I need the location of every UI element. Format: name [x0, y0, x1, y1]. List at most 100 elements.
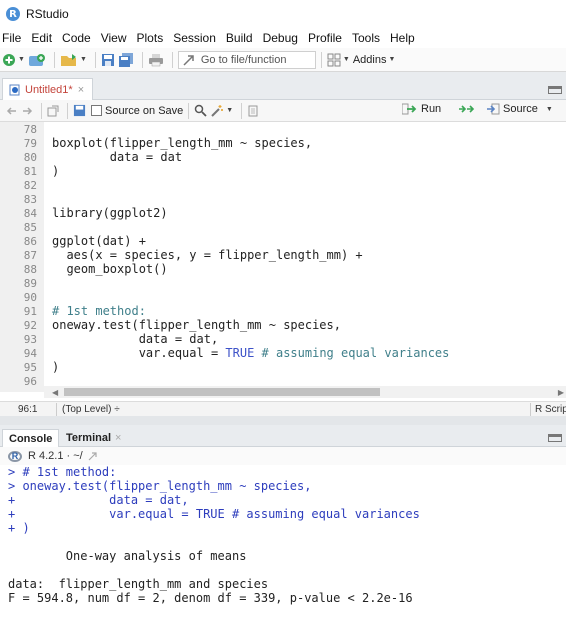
menu-help[interactable]: Help: [385, 31, 420, 45]
arrow-left-icon: [6, 106, 16, 115]
magic-wand-icon: [211, 104, 224, 117]
open-file-button[interactable]: ▼: [60, 51, 87, 69]
save-button[interactable]: [101, 51, 115, 69]
code-text: var.equal = TRUE # assuming equal varian…: [52, 346, 450, 360]
cursor-position: 96:1: [18, 404, 38, 415]
status-divider: [56, 403, 57, 416]
line-number: 80: [23, 151, 37, 164]
tab-console[interactable]: Console: [2, 429, 60, 447]
workspace-panes-button[interactable]: ▼: [327, 51, 350, 69]
source-editor-pane: Untitled1* × Source on Save ▼ Run Source…: [0, 72, 566, 436]
menu-code[interactable]: Code: [57, 31, 96, 45]
maximize-pane-icon[interactable]: [548, 434, 562, 442]
find-replace-button[interactable]: [194, 102, 207, 120]
save-file-button[interactable]: [73, 102, 86, 120]
show-in-window-button[interactable]: [47, 102, 59, 120]
go-to-file-input[interactable]: Go to file/function: [177, 50, 316, 69]
tab-untitled1[interactable]: Untitled1* ×: [2, 78, 94, 100]
arrow-right-icon: [183, 54, 194, 66]
code-text: data = dat: [52, 150, 183, 164]
code-tools-button[interactable]: ▼: [210, 102, 233, 120]
pane-splitter[interactable]: [0, 416, 566, 425]
scrollbar-thumb[interactable]: [64, 388, 380, 396]
back-button[interactable]: [6, 102, 18, 120]
save-icon: [73, 104, 86, 117]
menu-bar: File Edit Code View Plots Session Build …: [0, 28, 566, 48]
r-version-path: R 4.2.1 · ~/: [28, 450, 83, 462]
menu-view[interactable]: View: [96, 31, 132, 45]
go-to-directory-icon[interactable]: [88, 451, 98, 461]
file-type-selector[interactable]: R Script: [535, 404, 566, 415]
line-number: 83: [23, 193, 37, 206]
line-number: 95: [23, 361, 37, 374]
forward-button[interactable]: [21, 102, 33, 120]
close-icon[interactable]: ×: [115, 432, 121, 444]
toolbar-divider: [53, 51, 55, 68]
console-tab-bar: Console Terminal ×: [0, 425, 566, 447]
line-number: 91: [23, 305, 37, 318]
run-button[interactable]: Run: [402, 103, 441, 115]
horizontal-scrollbar[interactable]: ◀ ▶: [44, 386, 566, 398]
line-number: 87: [23, 249, 37, 262]
run-arrow-icon: [402, 103, 417, 115]
code-editor[interactable]: 78 79 boxplot(flipper_length_mm ~ species,…: [0, 122, 566, 436]
code-line: 92 oneway.test(flipper_length_mm ~ specie…: [0, 318, 566, 332]
scope-selector[interactable]: (Top Level) ÷: [62, 404, 120, 415]
code-line: 81): [0, 164, 566, 178]
new-file-icon: [3, 53, 15, 66]
code-text: boxplot(flipper_length_mm ~ species,: [52, 136, 313, 150]
code-line: 87 aes(x = species, y = flipper_length_m…: [0, 248, 566, 262]
source-button[interactable]: Source ▼: [486, 103, 553, 115]
editor-tab-bar: Untitled1* ×: [0, 72, 566, 100]
menu-edit[interactable]: Edit: [26, 31, 57, 45]
tab-terminal[interactable]: Terminal ×: [60, 429, 127, 447]
editor-toolbar: Source on Save ▼ Run Source ▼: [0, 100, 566, 122]
source-on-save-label: Source on Save: [105, 104, 184, 117]
menu-session[interactable]: Session: [168, 31, 221, 45]
code-line: 89: [0, 276, 566, 290]
menu-debug[interactable]: Debug: [258, 31, 303, 45]
tab-console-label: Console: [9, 432, 53, 445]
scroll-left-icon[interactable]: ◀: [52, 388, 58, 397]
menu-plots[interactable]: Plots: [132, 31, 169, 45]
external-window-icon: [47, 105, 59, 116]
save-all-icon: [118, 52, 133, 67]
line-number: 94: [23, 347, 37, 360]
code-line: 84 library(ggplot2): [0, 206, 566, 220]
code-line: 86 ggplot(dat) +: [0, 234, 566, 248]
code-text: ): [52, 164, 60, 178]
console-line: + data = dat,: [8, 493, 189, 507]
line-number: 93: [23, 333, 37, 346]
menu-file[interactable]: File: [0, 31, 26, 45]
console-line: data: flipper_length_mm and species: [8, 577, 269, 591]
line-number: 81: [23, 165, 37, 178]
console-line: > # 1st method:: [8, 465, 117, 479]
chevron-down-icon: ▼: [18, 56, 25, 63]
console-line: + var.equal = TRUE # assuming equal vari…: [8, 507, 420, 521]
menu-profile[interactable]: Profile: [303, 31, 347, 45]
compile-report-button[interactable]: [247, 102, 259, 120]
run-label: Run: [421, 103, 442, 115]
source-on-save-checkbox[interactable]: [91, 105, 102, 116]
new-project-button[interactable]: [28, 51, 46, 69]
print-button[interactable]: [148, 51, 164, 69]
line-number: 89: [23, 277, 37, 290]
maximize-pane-icon[interactable]: [548, 86, 562, 94]
addins-button[interactable]: Addins ▼: [353, 54, 396, 66]
menu-tools[interactable]: Tools: [347, 31, 385, 45]
scroll-right-icon[interactable]: ▶: [558, 388, 564, 397]
code-text: ggplot(dat) +: [52, 234, 146, 248]
code-text: geom_boxplot(): [52, 262, 168, 276]
rerun-button[interactable]: [458, 103, 476, 115]
code-text: # 1st method:: [52, 304, 146, 318]
chevron-down-icon: ▼: [226, 107, 234, 114]
new-file-button[interactable]: ▼: [2, 51, 25, 69]
line-number: 92: [23, 319, 37, 332]
save-all-button[interactable]: [118, 51, 134, 69]
line-number: 96: [23, 375, 37, 388]
line-number: 79: [23, 137, 37, 150]
menu-build[interactable]: Build: [221, 31, 258, 45]
close-icon[interactable]: ×: [78, 84, 84, 96]
rstudio-logo-icon: R: [6, 7, 20, 21]
code-line: 94 var.equal = TRUE # assuming equal var…: [0, 346, 566, 360]
